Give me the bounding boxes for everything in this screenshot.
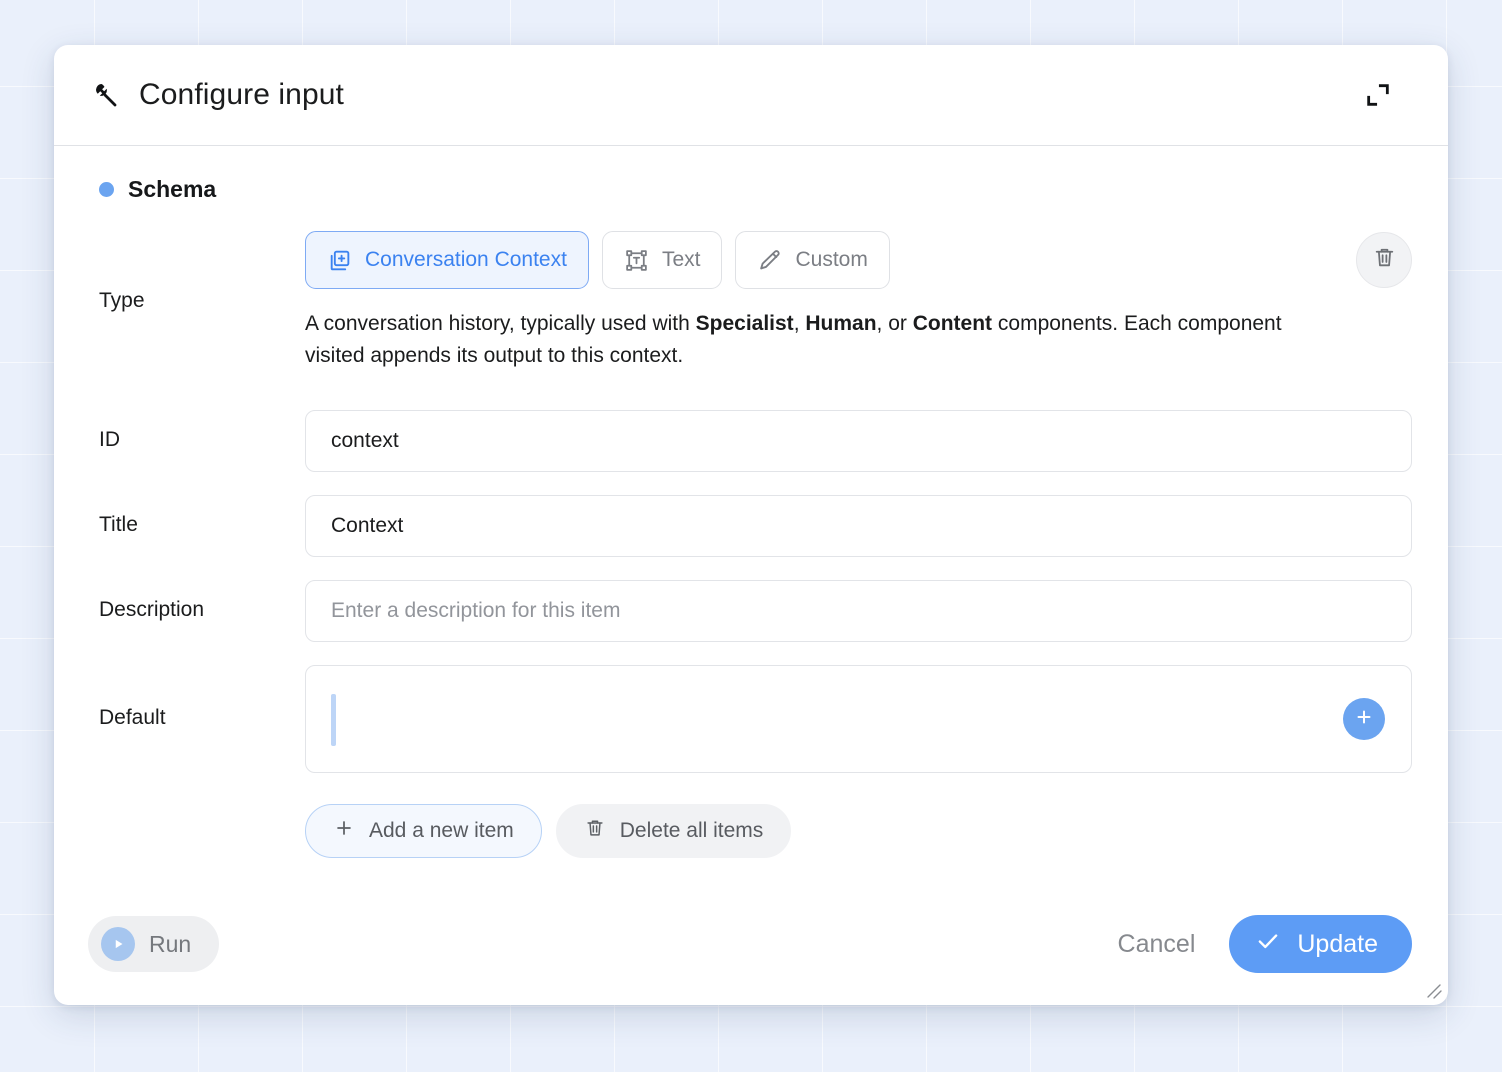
trash-icon (1372, 245, 1397, 275)
description-row: Description (90, 579, 1412, 642)
check-icon (1255, 928, 1281, 961)
run-button[interactable]: Run (88, 916, 220, 972)
cancel-button[interactable]: Cancel (1110, 924, 1204, 965)
default-field (305, 664, 1412, 773)
description-label: Description (99, 597, 205, 621)
footer-actions: Cancel Update (1110, 915, 1412, 973)
dialog-header-left: Configure input (90, 78, 344, 112)
type-option-label: Conversation Context (365, 248, 567, 271)
pencil-icon (757, 248, 782, 273)
type-option-group: Conversation Context Text Custom (305, 231, 890, 289)
type-label: Type (99, 289, 145, 313)
title-field (305, 494, 1412, 557)
type-option-label: Text (661, 248, 701, 271)
expand-icon[interactable] (1364, 81, 1392, 109)
page-title: Configure input (139, 78, 344, 111)
type-description-part: , (793, 312, 806, 335)
id-row: ID (90, 409, 1412, 472)
library-add-icon (327, 248, 352, 273)
dialog-footer: Run Cancel Update (54, 883, 1448, 1005)
default-row: Default (90, 664, 1412, 773)
wrench-icon (90, 80, 120, 110)
default-value-editor[interactable] (305, 664, 1412, 773)
plus-icon (1353, 706, 1375, 731)
type-field: Conversation Context Text Custom A conve… (305, 231, 1412, 372)
type-description-part: Specialist (695, 312, 794, 335)
type-description: A conversation history, typically used w… (305, 308, 1340, 372)
configure-input-dialog: Configure input Schema Type Conversation… (54, 45, 1448, 1005)
trash-icon (584, 817, 606, 845)
id-input[interactable] (305, 409, 1412, 472)
add-new-item-button[interactable]: Add a new item (305, 803, 542, 858)
update-label: Update (1297, 929, 1378, 958)
id-field (305, 409, 1412, 472)
type-description-part: Human (805, 312, 877, 335)
item-actions: Add a new item Delete all items (90, 803, 1412, 858)
type-description-part: Content (912, 312, 993, 335)
run-label: Run (149, 930, 192, 957)
play-icon (101, 927, 135, 961)
dialog-body: Schema Type Conversation Context Text Cu… (54, 146, 1448, 858)
type-row-wrap: Conversation Context Text Custom (305, 231, 1412, 289)
type-row: Type Conversation Context Text Custom A … (90, 231, 1412, 372)
resize-grip-icon[interactable] (1424, 981, 1442, 999)
type-option-custom[interactable]: Custom (735, 231, 890, 289)
schema-label: Schema (128, 176, 217, 202)
id-label: ID (99, 427, 120, 451)
type-description-part: , or (876, 312, 913, 335)
type-description-part: A conversation history, typically used w… (305, 312, 696, 335)
title-label: Title (99, 512, 138, 536)
add-default-entry-button[interactable] (1343, 697, 1385, 740)
text-cursor (331, 693, 336, 746)
type-option-label: Custom (795, 248, 868, 271)
update-button[interactable]: Update (1229, 915, 1412, 973)
title-input[interactable] (305, 494, 1412, 557)
schema-section-header: Schema (90, 176, 1412, 203)
text-box-icon (624, 248, 649, 273)
plus-icon (333, 817, 355, 845)
delete-all-items-label: Delete all items (619, 818, 764, 842)
schema-status-dot-icon (99, 182, 114, 197)
add-new-item-label: Add a new item (369, 818, 514, 842)
description-field (305, 579, 1412, 642)
delete-all-items-button[interactable]: Delete all items (555, 803, 792, 858)
description-input[interactable] (305, 579, 1412, 642)
default-label: Default (99, 705, 166, 729)
title-row: Title (90, 494, 1412, 557)
type-option-text[interactable]: Text (601, 231, 723, 289)
type-option-conversation-context[interactable]: Conversation Context (305, 231, 589, 289)
delete-schema-item-button[interactable] (1356, 232, 1412, 288)
dialog-header: Configure input (54, 45, 1448, 146)
